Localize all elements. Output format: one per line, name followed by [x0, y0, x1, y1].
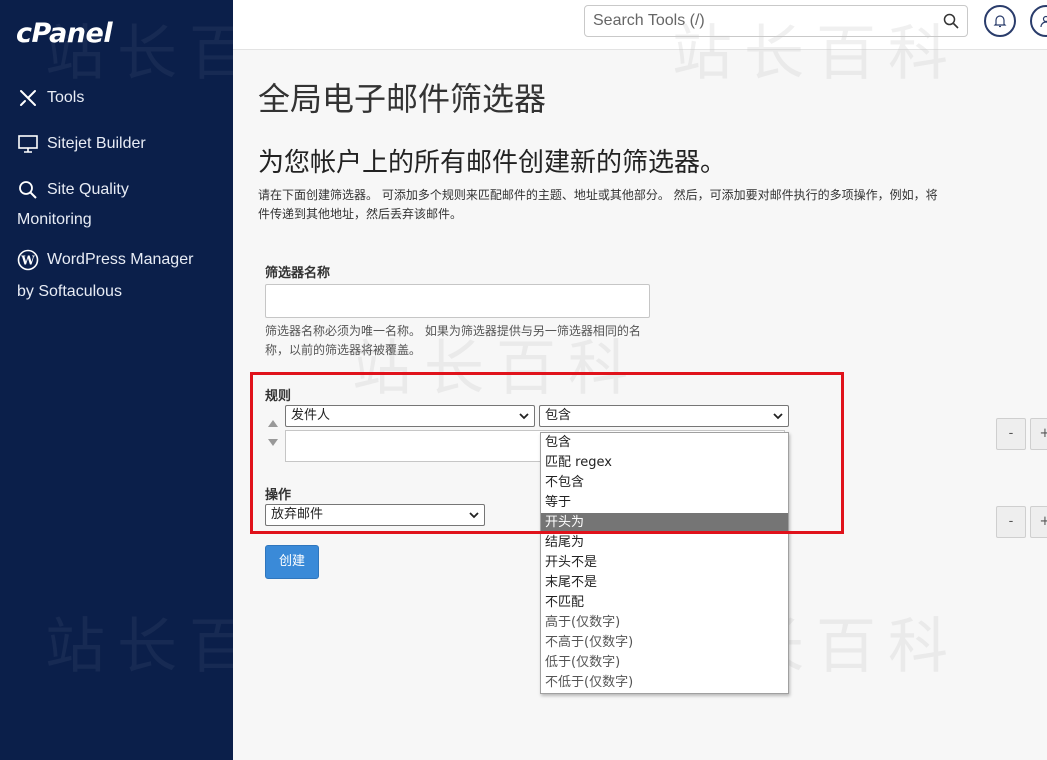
tools-icon: [17, 87, 41, 109]
dropdown-option[interactable]: 匹配 regex: [541, 453, 788, 473]
sidebar-item-tools[interactable]: Tools: [17, 83, 84, 113]
dropdown-option[interactable]: 开头不是: [541, 553, 788, 573]
user-icon: [1040, 15, 1047, 28]
sidebar-item-label: Tools: [47, 89, 85, 106]
remove-action-button[interactable]: -: [996, 506, 1026, 538]
filter-name-label: 筛选器名称: [265, 266, 331, 281]
search-input[interactable]: [585, 6, 925, 36]
rule-field-value: 发件人: [291, 408, 331, 423]
sidebar-item-site-quality[interactable]: Site Quality: [17, 175, 129, 205]
sidebar-item-label: Sitejet Builder: [47, 135, 146, 152]
page-subtitle: 为您帐户上的所有邮件创建新的筛选器。: [258, 148, 727, 178]
actions-label: 操作: [265, 488, 292, 503]
rule-operator-select[interactable]: 包含: [539, 405, 789, 427]
sidebar-item-label: WordPress Manager: [47, 251, 194, 268]
monitor-icon: [17, 133, 41, 155]
move-up-icon[interactable]: [268, 419, 278, 427]
dropdown-option-highlighted[interactable]: 开头为: [541, 513, 788, 533]
page-title: 全局电子邮件筛选器: [258, 80, 547, 118]
dropdown-option[interactable]: 包含: [541, 433, 788, 453]
filter-name-input[interactable]: [265, 284, 650, 318]
search-icon[interactable]: [943, 13, 959, 29]
sidebar-item-wordpress[interactable]: W WordPress Manager: [17, 245, 193, 275]
wordpress-icon: W: [17, 249, 41, 271]
top-bar: [233, 0, 1047, 50]
notifications-button[interactable]: [984, 5, 1016, 37]
rules-label: 规则: [265, 389, 292, 404]
remove-rule-button[interactable]: -: [996, 418, 1026, 450]
dropdown-option[interactable]: 等于: [541, 493, 788, 513]
action-value: 放弃邮件: [271, 507, 324, 522]
page-description: 请在下面创建筛选器。 可添加多个规则来匹配邮件的主题、地址或其他部分。 然后，可…: [258, 186, 1047, 224]
dropdown-option[interactable]: 结尾为: [541, 533, 788, 553]
dropdown-option[interactable]: 不包含: [541, 473, 788, 493]
dropdown-option[interactable]: 低于(仅数字): [541, 653, 788, 673]
create-button[interactable]: 创建: [265, 545, 319, 579]
bell-icon: [993, 15, 1007, 28]
add-action-button[interactable]: +: [1030, 506, 1047, 538]
sidebar-item-sitejet[interactable]: Sitejet Builder: [17, 129, 146, 159]
sidebar-item-label: Site Quality: [47, 181, 129, 198]
sidebar-item-label-2[interactable]: Monitoring: [17, 205, 92, 235]
chevron-down-icon: [519, 413, 529, 420]
user-menu-button[interactable]: [1030, 5, 1047, 37]
description-line: 请在下面创建筛选器。 可添加多个规则来匹配邮件的主题、地址或其他部分。 然后，可…: [258, 188, 938, 202]
dropdown-option[interactable]: 不高于(仅数字): [541, 633, 788, 653]
magnifier-icon: [17, 179, 41, 201]
operator-dropdown-list[interactable]: 包含 匹配 regex 不包含 等于 开头为 结尾为 开头不是 末尾不是 不匹配…: [540, 432, 789, 694]
dropdown-option[interactable]: 不匹配: [541, 593, 788, 613]
sidebar: cPanel Tools Sitejet Builder Site Qualit…: [0, 0, 233, 760]
dropdown-option[interactable]: 不低于(仅数字): [541, 673, 788, 693]
sidebar-item-label-2[interactable]: by Softaculous: [17, 277, 122, 307]
dropdown-option[interactable]: 末尾不是: [541, 573, 788, 593]
search-box[interactable]: [584, 5, 968, 37]
chevron-down-icon: [469, 512, 479, 519]
cpanel-logo[interactable]: cPanel: [16, 18, 113, 49]
description-line: 件传递到其他地址，然后丢弃该邮件。: [258, 207, 463, 221]
dropdown-option[interactable]: 高于(仅数字): [541, 613, 788, 633]
chevron-down-icon: [773, 413, 783, 420]
rule-operator-value: 包含: [545, 408, 572, 423]
filter-name-help: 筛选器名称必须为唯一名称。 如果为筛选器提供与另一筛选器相同的名称，以前的筛选器…: [265, 324, 641, 357]
move-down-icon[interactable]: [268, 439, 278, 447]
action-select[interactable]: 放弃邮件: [265, 504, 485, 526]
add-rule-button[interactable]: +: [1030, 418, 1047, 450]
rule-field-select[interactable]: 发件人: [285, 405, 535, 427]
svg-text:W: W: [20, 253, 35, 267]
